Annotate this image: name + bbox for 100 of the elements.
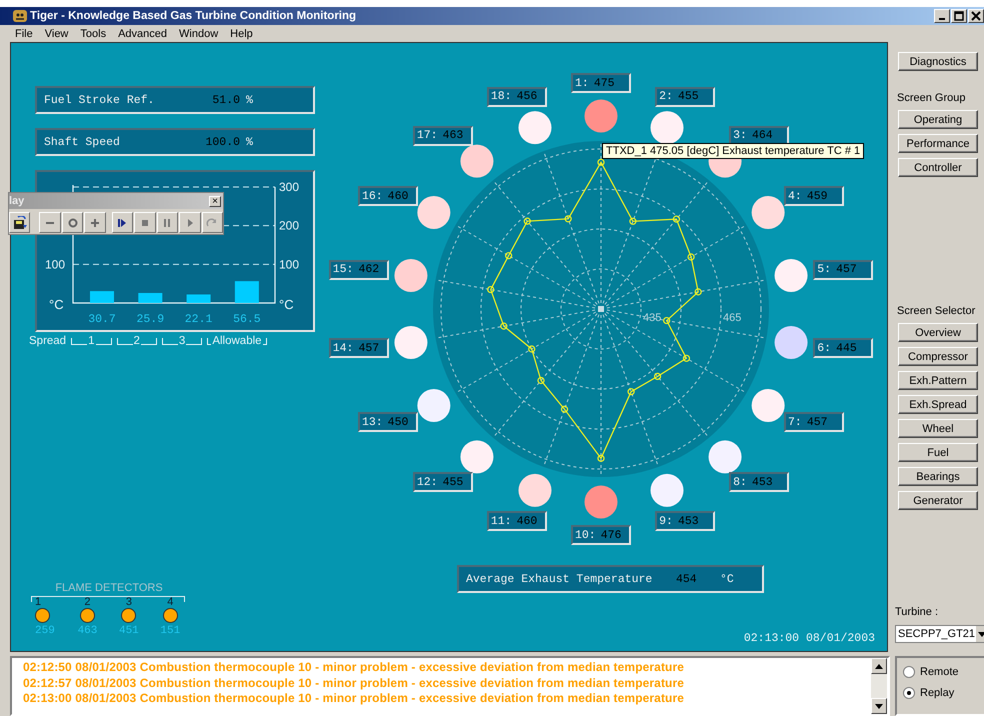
readout-value: 100.0 [204,136,240,148]
readout-label: Fuel Stroke Ref. [44,94,156,106]
data-point [629,218,637,225]
data-point [687,253,695,261]
ring-label: 465 [723,312,742,324]
up-arrow-icon [875,664,883,668]
minus-button[interactable] [39,212,61,233]
data-point [663,316,670,324]
data-point [628,388,635,396]
readout-label: Average Exhaust Temperature [466,572,654,586]
axis-tick-label: 200 [279,218,300,233]
bar-value-label: 30.7 [88,313,116,326]
maximize-button[interactable] [951,9,967,23]
scrollbar[interactable] [871,658,887,714]
thermocouple-label: 11: 460 [486,511,547,532]
stop-button[interactable] [134,212,156,233]
down-arrow-icon [875,704,883,708]
save-button[interactable] [9,212,30,233]
data-point [654,372,662,380]
group-label: Screen Group [897,92,966,104]
menu-item[interactable]: Tools [74,28,112,40]
axis-tick-label: 300 [279,180,300,194]
window-title: Tiger - Knowledge Based Gas Turbine Condition Monitoring [30,10,358,22]
thermocouple-label: 7: 457 [784,412,844,432]
data-point [564,215,572,222]
center-marker [598,306,604,312]
mode-radio[interactable]: Remote [903,666,984,678]
data-point [505,252,512,260]
redo-button[interactable] [202,212,223,233]
maximize-icon [954,11,964,21]
screen-button[interactable]: Compressor [898,347,978,366]
pause-button[interactable] [156,212,178,233]
category-label: 2 [132,335,141,347]
close-button[interactable]: × [209,196,221,206]
log-entry: 02:12:57 08/01/2003 Combustion thermocouple 10 - minor problem - excessive deviation from median temperature [23,676,686,691]
screen-button[interactable]: Bearings [898,467,978,486]
mode-radio[interactable]: Replay [903,687,984,699]
screen-group-button[interactable]: Performance [898,134,978,153]
readout-value: 454 [676,572,698,586]
circle-button[interactable] [62,212,84,233]
screen-button[interactable]: Overview [898,323,978,342]
plus-button[interactable] [84,212,106,233]
data-point [682,354,690,362]
close-icon [971,11,981,21]
minimize-icon [939,18,945,20]
data-point [487,286,494,294]
scroll-down-button[interactable] [871,698,887,714]
tooltip: TTXD_1 475.05 [degC] Exhaust temperature TC # 1 [602,143,864,159]
data-point [597,158,605,166]
readout-unit: % [246,94,253,106]
axis-unit: °C [49,297,64,312]
detector-value: 259 [35,625,55,637]
minimize-button[interactable] [934,9,950,23]
data-point [528,345,536,353]
thermocouple-label: 14: 457 [328,338,389,358]
screen-button[interactable]: Generator [898,491,978,510]
data-point [597,454,605,462]
ring-label: 435 [643,312,662,324]
menu-item[interactable]: View [38,28,74,40]
bar [234,281,259,303]
legend-title: Spread [29,335,66,347]
detector-value: 451 [118,625,139,637]
axis-tick-label: 100 [279,257,300,272]
flame-indicator [35,608,50,623]
thermocouple-label: 10: 476 [571,525,631,545]
bar [138,292,162,303]
screen-group-button[interactable]: Controller [898,158,978,177]
thermocouple-label: 15: 462 [328,260,389,280]
step-button[interactable] [112,212,134,233]
close-button[interactable] [968,9,984,23]
detector-number: 1 [35,597,42,608]
detector-number: 2 [84,597,91,608]
category-label: 1 [87,335,96,347]
readout-label: Shaft Speed [44,136,121,148]
play-button[interactable] [179,212,200,233]
screen-group-button[interactable]: Operating [898,110,978,129]
axis-unit: °C [279,297,294,312]
screen-button[interactable]: Wheel [898,419,978,438]
thermocouple-label: 6: 445 [813,338,874,358]
thermocouple-label: 3: 464 [729,126,790,146]
data-point [524,218,531,225]
flame-indicator [121,608,136,623]
screen-button[interactable]: Exh.Spread [898,395,978,414]
bar-value-label: 25.9 [136,313,164,326]
data-point [672,216,680,223]
category-label: 3 [178,335,186,347]
scroll-up-button[interactable] [871,658,887,674]
thermocouple-label: 1: 475 [571,73,631,93]
flame-indicator [80,608,95,623]
thermocouple-label: 5: 457 [813,260,874,280]
menu-item[interactable]: Window [173,28,224,40]
diagnostics-button[interactable]: Diagnostics [898,52,978,71]
menu-item[interactable]: File [9,28,39,40]
screen-button[interactable]: Exh.Pattern [898,371,978,390]
menu-item[interactable]: Advanced [112,28,174,40]
screen-button[interactable]: Fuel [898,443,978,462]
data-point [537,376,545,384]
menu-item[interactable]: Help [224,28,259,40]
turbine-dropdown[interactable]: SECPP7_GT21 [895,625,984,643]
group-label: Screen Selector [897,305,976,317]
